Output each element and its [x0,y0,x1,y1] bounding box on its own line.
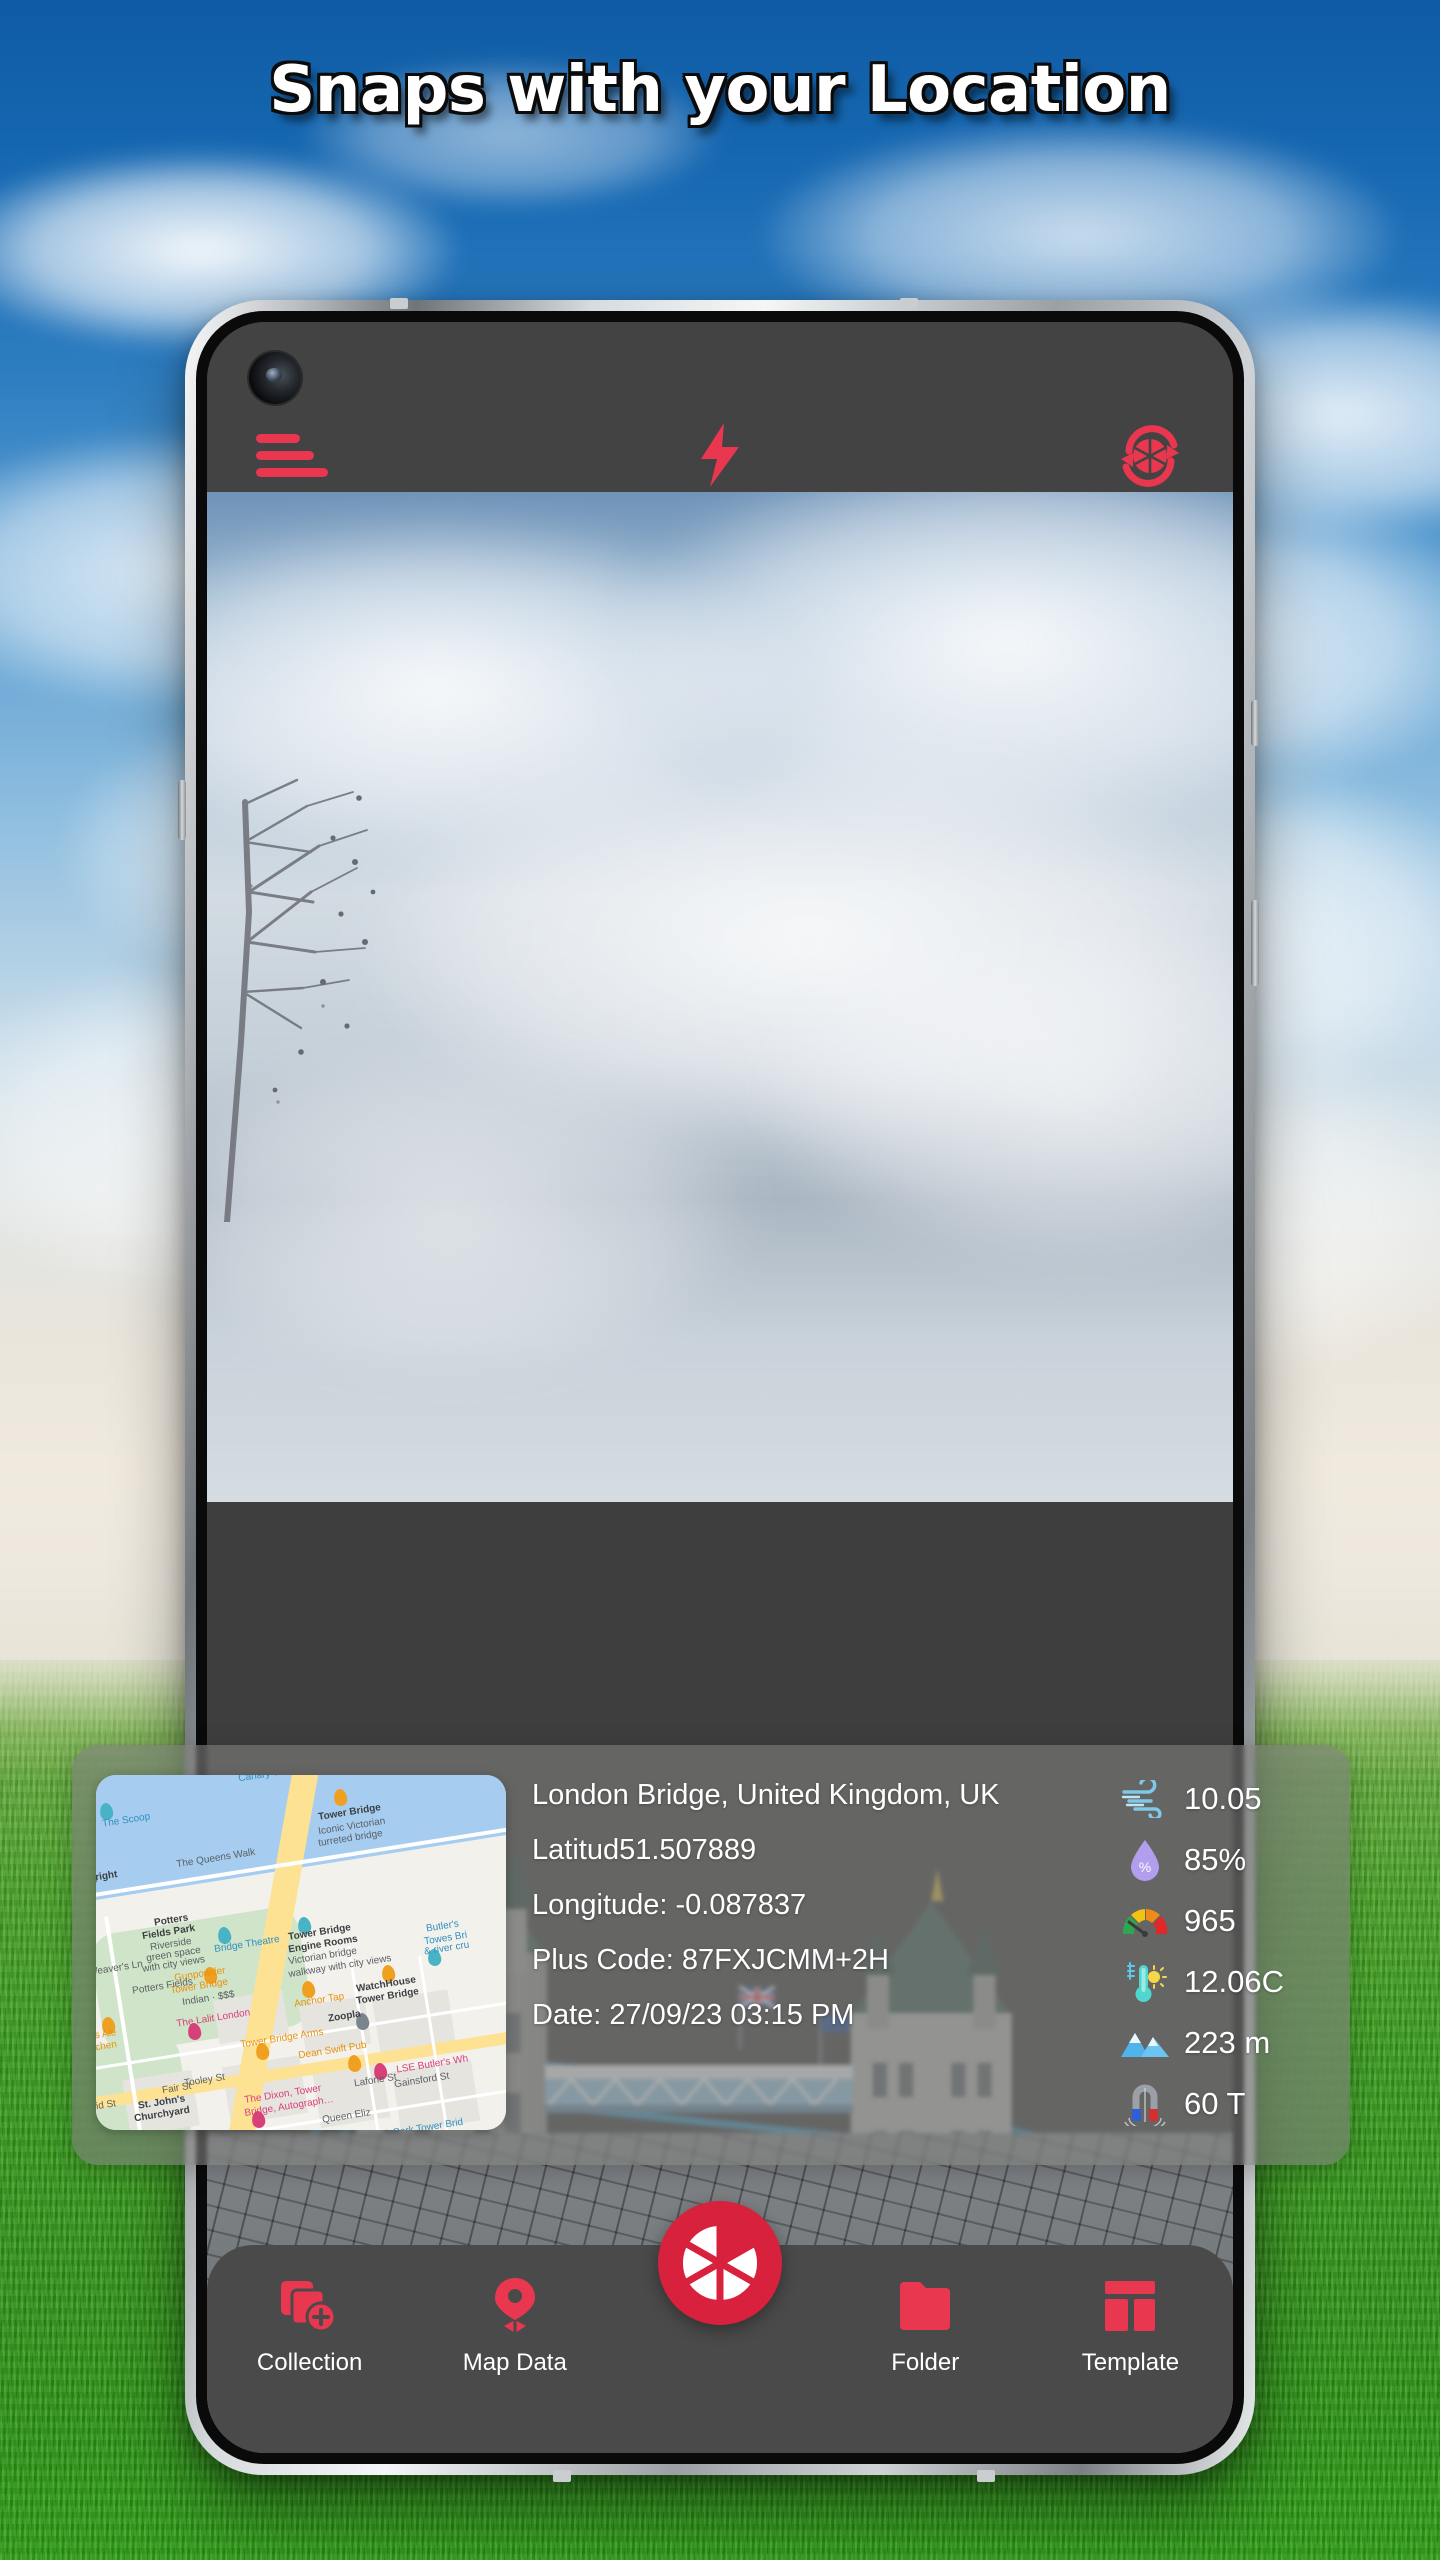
phone-side-button [1251,900,1259,986]
front-camera-punchhole [249,352,301,404]
nav-item-folder[interactable]: Folder [823,2269,1028,2377]
latitude-value: Latitud51.507889 [532,1834,757,1866]
geotag-text-block: London Bridge, United Kingdom, UK Latitu… [506,1745,1118,2056]
bare-tree [215,742,395,1222]
nav-label: Template [1081,2349,1180,2376]
collection-icon [279,2269,341,2343]
phone-power-button [1251,700,1259,746]
nav-label: Folder [891,2349,960,2376]
humidity-icon: % [1118,1837,1172,1883]
pressure-icon [1118,1898,1172,1944]
geotag-info-overlay: Canary Wharf PierTower BridgeIconic Vict… [72,1745,1350,2165]
phone-antenna-line [553,2470,571,2482]
camera-top-toolbar [207,322,1233,492]
phone-antenna-line [977,2470,995,2482]
nav-label: Collection [256,2349,363,2376]
phone-antenna-line [390,298,408,309]
place-name: London Bridge, United Kingdom, UK [532,1779,1000,1811]
humidity-value: 85% [1184,1842,1247,1877]
folder-icon [896,2269,954,2343]
nav-item-map-data[interactable]: Map Data [412,2269,617,2377]
sensor-row-magnetic: 60 T [1118,2080,1350,2128]
plus-code-value: Plus Code: 87FXJCMM+2H [532,1944,889,1976]
altitude-value: 223 m [1184,2025,1271,2060]
altitude-icon [1118,2020,1172,2066]
sensor-readings-column: 10.05 % 85% 965 12.06C 223 m 60 T [1118,1745,1350,2128]
sensor-row-humidity: % 85% [1118,1836,1350,1884]
magnetic-value: 60 T [1184,2086,1246,2121]
temperature-value: 12.06C [1184,1964,1284,1999]
flash-icon[interactable] [680,418,760,492]
svg-text:%: % [1139,1859,1151,1875]
switch-camera-icon[interactable] [1109,420,1191,492]
phone-antenna-line [900,298,918,309]
magnet-icon [1118,2081,1172,2127]
nav-label: Map Data [462,2349,567,2376]
longitude-value: Longitude: -0.087837 [532,1889,807,1921]
nav-item-collection[interactable]: Collection [207,2269,412,2377]
sensor-row-temperature: 12.06C [1118,1958,1350,2006]
page-title: Snaps with your Location [269,53,1171,127]
map-thumbnail[interactable]: Canary Wharf PierTower BridgeIconic Vict… [96,1775,506,2130]
pressure-value: 965 [1184,1903,1236,1938]
wind-icon [1118,1776,1172,1822]
map-pin-icon [490,2269,540,2343]
menu-line [256,467,328,477]
sensor-row-pressure: 965 [1118,1897,1350,1945]
aperture-shutter-icon [677,2220,763,2306]
shutter-capture-button[interactable] [658,2201,782,2325]
template-icon [1103,2269,1157,2343]
thermometer-icon [1118,1959,1172,2005]
wind-value: 10.05 [1184,1781,1262,1816]
map-canvas: Canary Wharf PierTower BridgeIconic Vict… [96,1775,506,2130]
nav-item-template[interactable]: Template [1028,2269,1233,2377]
sensor-row-altitude: 223 m [1118,2019,1350,2067]
sensor-row-wind: 10.05 [1118,1775,1350,1823]
menu-line [256,433,300,443]
phone-volume-button [178,780,186,840]
date-value: Date: 27/09/23 03:15 PM [532,1999,855,2031]
menu-line [256,450,314,460]
hamburger-menu-icon[interactable] [247,424,337,486]
